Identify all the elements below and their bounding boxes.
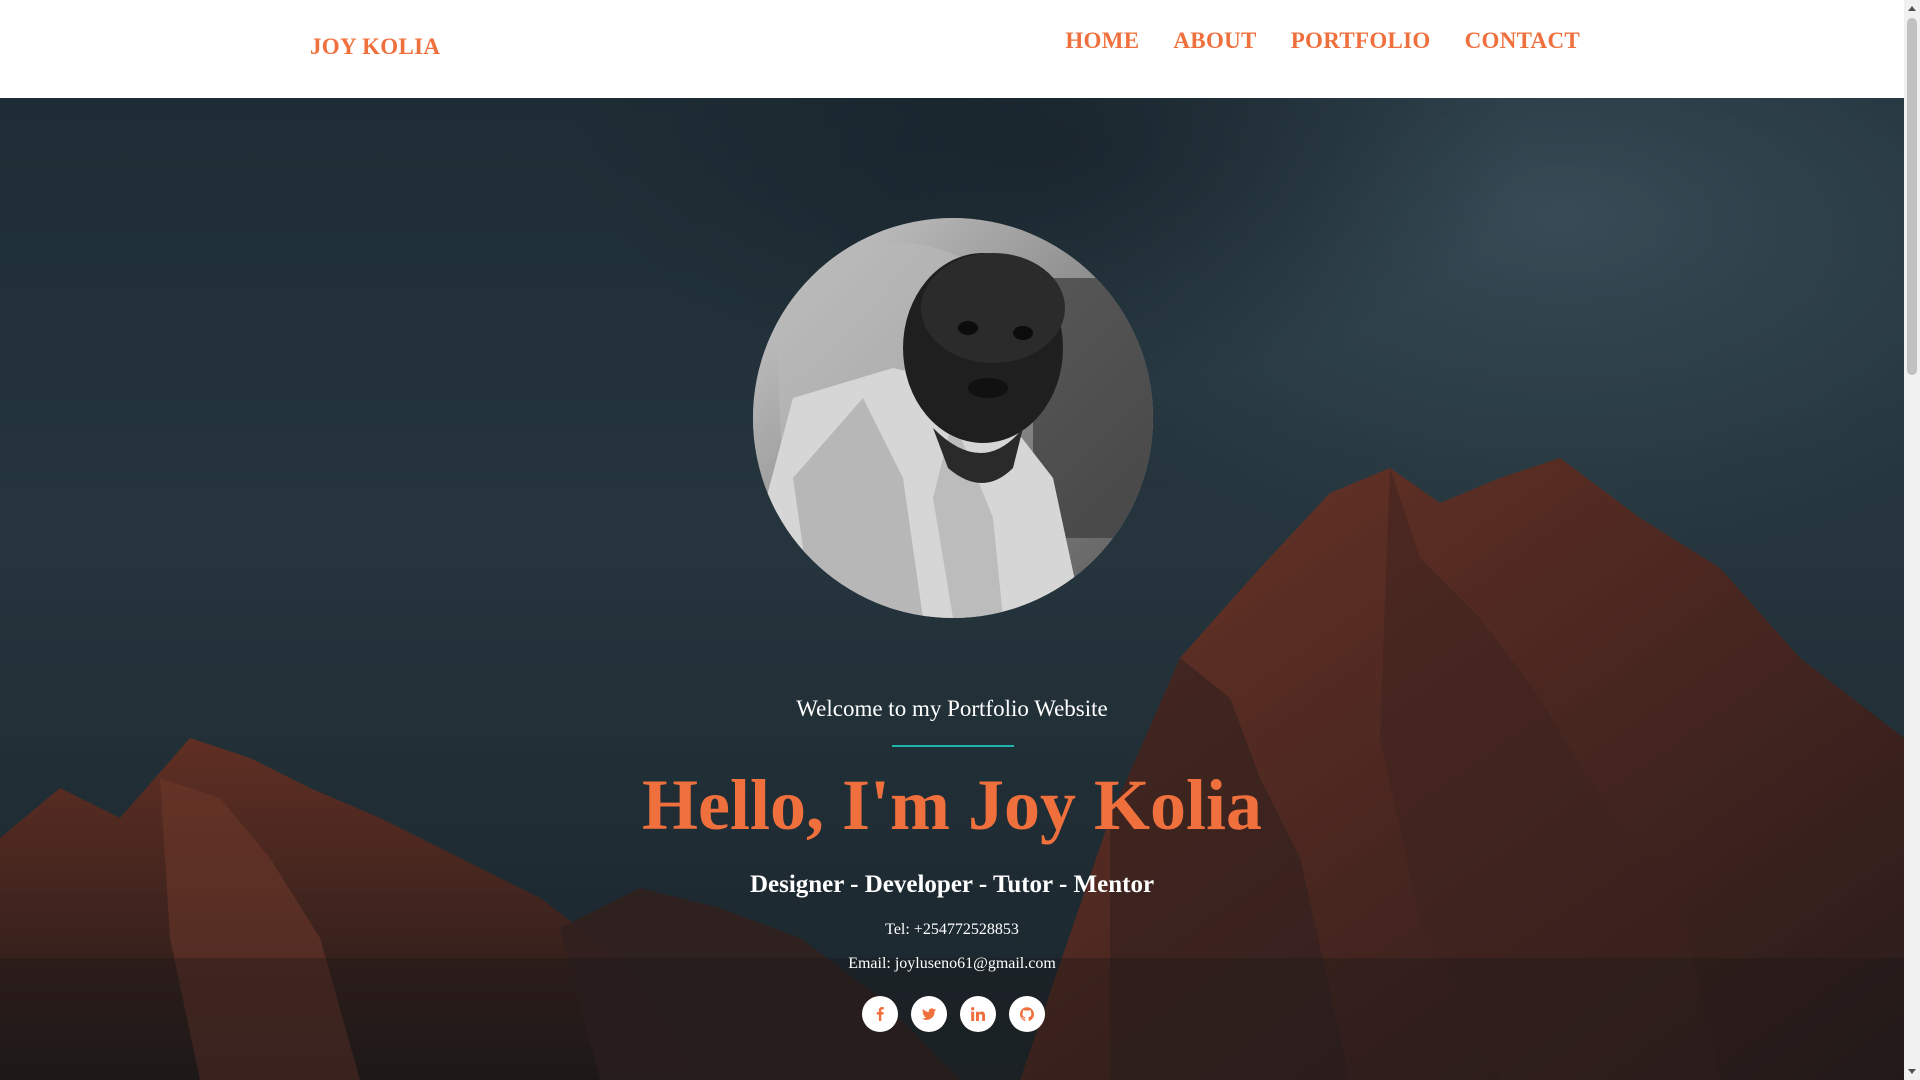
email-text: Email: joyluseno61@gmail.com (848, 955, 1056, 972)
scroll-up-arrow-icon[interactable] (1904, 0, 1920, 16)
hero-subheading: Designer - Developer - Tutor - Mentor (749, 871, 1155, 898)
social-links (862, 996, 1045, 1032)
nav-link-portfolio[interactable]: PORTFOLIO (1291, 28, 1431, 54)
nav-link-home[interactable]: HOME (1065, 28, 1139, 54)
hero-section: Welcome to my Portfolio Website Hello, I… (0, 98, 1904, 1080)
linkedin-icon (971, 1007, 985, 1021)
welcome-text: Welcome to my Portfolio Website (796, 696, 1108, 721)
hero-content: Welcome to my Portfolio Website Hello, I… (0, 98, 1904, 1080)
twitter-icon (922, 1007, 936, 1021)
nav-link-contact[interactable]: CONTACT (1465, 28, 1580, 54)
scroll-down-arrow-icon[interactable] (1904, 1064, 1920, 1080)
hero-headline: Hello, I'm Joy Kolia (642, 765, 1262, 845)
navbar: JOY KOLIA HOME ABOUT PORTFOLIO CONTACT (0, 0, 1904, 98)
linkedin-link[interactable] (960, 996, 996, 1032)
phone-text: Tel: +254772528853 (885, 921, 1019, 938)
page: JOY KOLIA HOME ABOUT PORTFOLIO CONTACT W… (0, 0, 1920, 1080)
page-scrollbar[interactable] (1904, 0, 1920, 1080)
profile-avatar (753, 218, 1153, 618)
facebook-icon (873, 1007, 887, 1021)
divider-line (892, 745, 1014, 747)
brand-logo-link[interactable]: JOY KOLIA (310, 34, 440, 60)
twitter-link[interactable] (911, 996, 947, 1032)
github-icon (1020, 1007, 1034, 1021)
scrollbar-thumb[interactable] (1907, 18, 1917, 375)
facebook-link[interactable] (862, 996, 898, 1032)
github-link[interactable] (1009, 996, 1045, 1032)
nav-link-about[interactable]: ABOUT (1173, 28, 1256, 54)
main-nav: HOME ABOUT PORTFOLIO CONTACT (1065, 28, 1580, 54)
